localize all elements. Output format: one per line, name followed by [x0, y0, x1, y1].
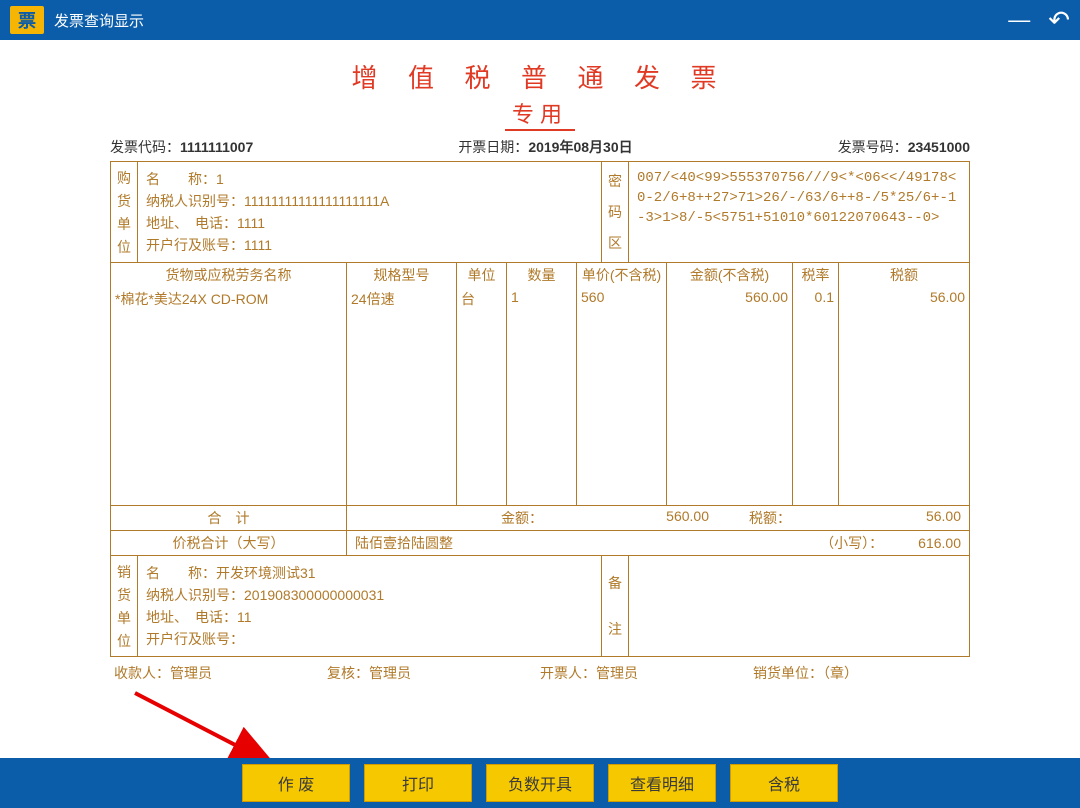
capital-small: （小写）： 616.00: [820, 533, 961, 553]
cell-spec: 24倍速: [347, 287, 457, 505]
col-unit: 单位: [457, 263, 507, 287]
total-amount: 560.00: [583, 508, 709, 528]
capital-label: 价税合计（大写）: [111, 531, 347, 555]
detail-button[interactable]: 查看明细: [608, 764, 716, 802]
col-qty: 数量: [507, 263, 577, 287]
app-logo-icon: 票: [10, 6, 44, 34]
cell-rate: 0.1: [793, 287, 839, 505]
signature-row: 收款人：管理员 复核：管理员 开票人：管理员 销货单位：（章）: [110, 663, 970, 683]
cell-qty: 1: [507, 287, 577, 505]
invoice-content: 增 值 税 普 通 发 票 专用 发票代码：1111111007 开票日期：20…: [0, 40, 1080, 683]
invoice-number: 发票号码：23451000: [838, 137, 970, 157]
col-price: 单价(不含税): [577, 263, 667, 287]
remark-box: [629, 556, 969, 656]
void-button[interactable]: 作 废: [242, 764, 350, 802]
total-row: 合 计 金额： 560.00 税额： 56.00: [111, 505, 969, 530]
sig-reviewer: 复核：管理员: [327, 663, 540, 683]
sig-drawer: 开票人：管理员: [540, 663, 753, 683]
sig-payee: 收款人：管理员: [114, 663, 327, 683]
col-amount: 金额(不含税): [667, 263, 793, 287]
total-label: 合 计: [111, 506, 347, 530]
col-rate: 税率: [793, 263, 839, 287]
invoice-date: 开票日期：2019年08月30日: [458, 137, 632, 157]
capital-row: 价税合计（大写） 陆佰壹拾陆圆整 （小写）： 616.00: [111, 530, 969, 555]
buyer-vertical-label: 购 货 单 位: [111, 162, 138, 262]
cell-amount: 560.00: [667, 287, 793, 505]
sig-seller-unit: 销货单位：（章）: [753, 663, 966, 683]
cipher-text: 007/<40<99>555370756///9<*<06<</49178<0-…: [629, 162, 969, 262]
window-title: 发票查询显示: [54, 10, 1008, 31]
window-titlebar: 票 发票查询显示 — ↶: [0, 0, 1080, 40]
seller-vertical-label: 销 货 单 位: [111, 556, 138, 656]
invoice-header-row: 发票代码：1111111007 开票日期：2019年08月30日 发票号码：23…: [110, 137, 970, 157]
buyer-info: 名 称：1 纳税人识别号：11111111111111111111A 地址、 电…: [138, 162, 601, 262]
cell-tax: 56.00: [839, 287, 969, 505]
back-icon[interactable]: ↶: [1048, 5, 1070, 36]
invoice-subtitle: 专用: [505, 97, 575, 131]
invoice-title: 增 值 税 普 通 发 票: [110, 58, 970, 95]
col-spec: 规格型号: [347, 263, 457, 287]
cell-name: *棉花*美达24X CD-ROM: [111, 287, 347, 505]
seller-info: 名 称：开发环境测试31 纳税人识别号：201908300000000031 地…: [138, 556, 601, 656]
col-name: 货物或应税劳务名称: [111, 263, 347, 287]
cell-price: 560: [577, 287, 667, 505]
col-tax: 税额: [839, 263, 969, 287]
buyer-section: 购 货 单 位 名 称：1 纳税人识别号：1111111111111111111…: [111, 162, 969, 262]
remark-vertical-label: 备 注: [601, 556, 629, 656]
print-button[interactable]: 打印: [364, 764, 472, 802]
total-amount-label: 金额：: [501, 508, 543, 528]
total-tax-label: 税额：: [749, 508, 791, 528]
invoice-frame: 购 货 单 位 名 称：1 纳税人识别号：1111111111111111111…: [110, 161, 970, 657]
cell-unit: 台: [457, 287, 507, 505]
negative-button[interactable]: 负数开具: [486, 764, 594, 802]
cipher-vertical-label: 密 码 区: [601, 162, 629, 262]
tax-inclusive-button[interactable]: 含税: [730, 764, 838, 802]
items-body: *棉花*美达24X CD-ROM 24倍速 台 1 560 560.00 0.1…: [111, 287, 969, 505]
invoice-code: 发票代码：1111111007: [110, 137, 253, 157]
action-bar: 作 废 打印 负数开具 查看明细 含税: [0, 758, 1080, 808]
seller-section: 销 货 单 位 名 称：开发环境测试31 纳税人识别号：201908300000…: [111, 555, 969, 656]
items-header: 货物或应税劳务名称 规格型号 单位 数量 单价(不含税) 金额(不含税) 税率 …: [111, 262, 969, 287]
total-tax: 56.00: [831, 508, 961, 528]
minimize-icon[interactable]: —: [1008, 7, 1030, 33]
capital-text: 陆佰壹拾陆圆整: [355, 533, 453, 553]
